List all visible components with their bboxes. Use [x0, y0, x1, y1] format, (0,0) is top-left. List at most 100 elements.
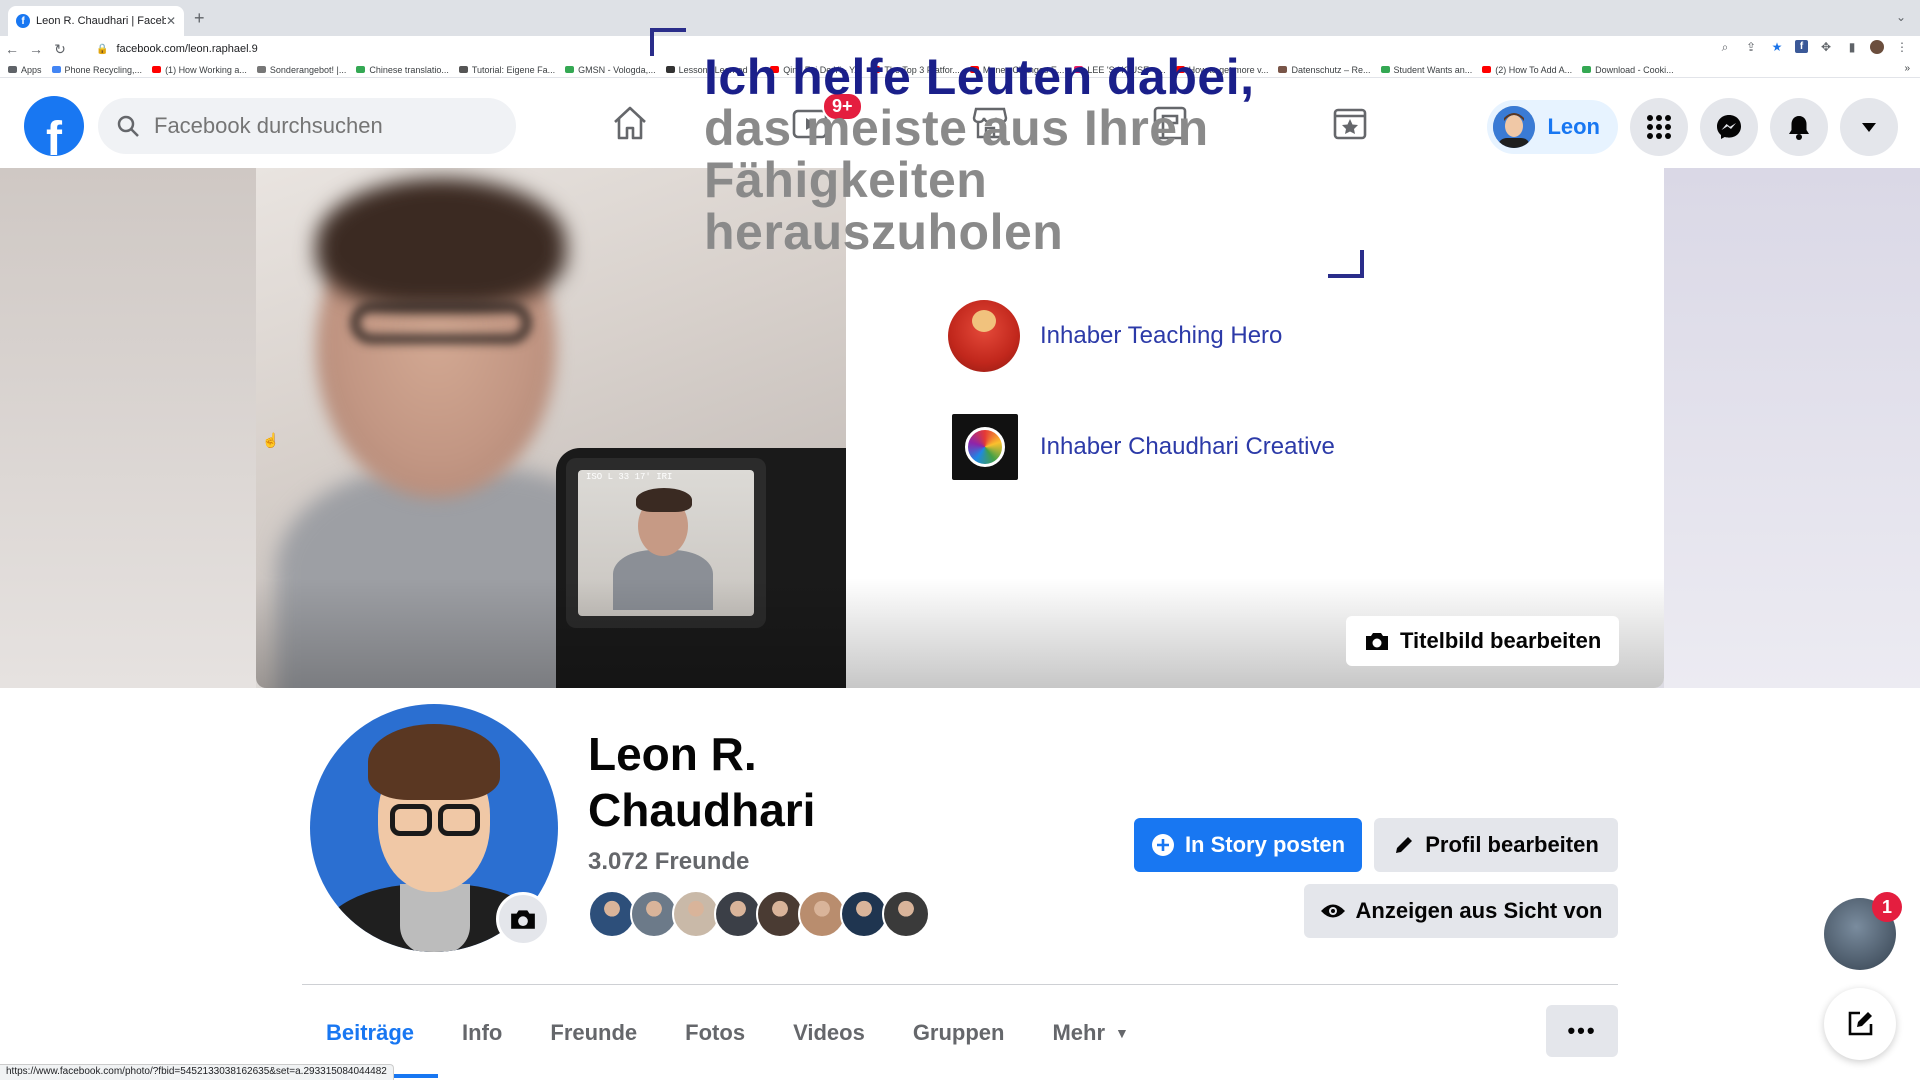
- edit-cover-button[interactable]: Titelbild bearbeiten: [1346, 616, 1620, 666]
- bookmark-item[interactable]: GMSN - Vologda,...: [565, 65, 656, 75]
- profile-shortcut[interactable]: Leon: [1487, 100, 1618, 154]
- blurred-glasses: [351, 303, 531, 343]
- nav-home[interactable]: [540, 88, 720, 158]
- bookmark-favicon-icon: [152, 66, 162, 73]
- tab-fotos[interactable]: Fotos: [661, 1010, 769, 1056]
- bookmark-favicon-icon: [458, 66, 468, 73]
- close-tab-icon[interactable]: ✕: [166, 14, 176, 28]
- bookmark-item[interactable]: Student Wants an...: [1380, 65, 1472, 75]
- owner-teaching-hero-label: Inhaber Teaching Hero: [1040, 322, 1283, 349]
- bookmark-item[interactable]: Apps: [8, 65, 42, 75]
- owner-chaudhari-creative-label: Inhaber Chaudhari Creative: [1040, 433, 1335, 460]
- profile-more-options-button[interactable]: •••: [1546, 1005, 1618, 1057]
- bookmark-favicon-icon: [1278, 66, 1288, 73]
- more-dots-icon: •••: [1567, 1018, 1597, 1043]
- chaudhari-creative-logo-icon: [952, 414, 1018, 480]
- view-as-button[interactable]: Anzeigen aus Sicht von: [1304, 884, 1618, 938]
- bookmark-star-icon[interactable]: ★: [1769, 40, 1785, 55]
- account-caret-icon: [1862, 123, 1876, 132]
- browser-toolbar-icons: ⌕ ⇪ ★ f ✥ ▮ ⋮: [1717, 40, 1910, 55]
- zoom-icon[interactable]: ⌕: [1717, 40, 1733, 55]
- messenger-icon: [1717, 115, 1741, 139]
- tab-beiträge[interactable]: Beiträge: [302, 1010, 439, 1078]
- browser-profile-avatar[interactable]: [1870, 40, 1884, 54]
- reload-icon[interactable]: ↻: [48, 41, 72, 58]
- tab-label: Beiträge: [326, 1020, 415, 1045]
- search-box[interactable]: [98, 98, 516, 154]
- tab-mehr[interactable]: Mehr ▼: [1028, 1010, 1152, 1056]
- bookmark-label: GMSN - Vologda,...: [578, 64, 656, 75]
- friend-avatars: [588, 890, 930, 938]
- friend-avatar[interactable]: [588, 890, 636, 938]
- lock-icon: 🔒: [96, 43, 109, 55]
- cover-backdrop-right: [1664, 168, 1920, 688]
- tab-label: Mehr: [1052, 1020, 1106, 1045]
- friend-avatar[interactable]: [840, 890, 888, 938]
- notifications-button[interactable]: [1770, 98, 1828, 156]
- share-icon[interactable]: ⇪: [1743, 40, 1759, 55]
- browser-menu-icon[interactable]: ⋮: [1894, 40, 1910, 55]
- bookmark-item[interactable]: Chinese translatio...: [356, 65, 449, 75]
- bookmark-item[interactable]: (1) How Working a...: [152, 65, 247, 75]
- pencil-icon: [1396, 837, 1413, 853]
- search-input[interactable]: [154, 113, 454, 139]
- bookmark-favicon-icon: [51, 66, 61, 73]
- facebook-extension-icon[interactable]: f: [1795, 40, 1808, 53]
- forward-icon[interactable]: →: [24, 41, 48, 57]
- new-tab-icon[interactable]: +: [194, 8, 205, 29]
- sidepanel-icon[interactable]: ▮: [1844, 40, 1860, 55]
- status-bar-url: https://www.facebook.com/photo/?fbid=545…: [0, 1064, 394, 1080]
- bookmark-item[interactable]: (2) How To Add A...: [1482, 65, 1572, 75]
- browser-tab[interactable]: f Leon R. Chaudhari | Facebook ✕: [8, 6, 184, 36]
- teaching-hero-logo-icon: [948, 300, 1020, 372]
- friend-avatar[interactable]: [798, 890, 846, 938]
- add-to-story-button[interactable]: In Story posten: [1134, 818, 1362, 872]
- menu-button[interactable]: [1630, 98, 1688, 156]
- tab-info[interactable]: Info: [438, 1010, 526, 1056]
- bookmarks-overflow-icon[interactable]: »: [1904, 63, 1910, 74]
- tab-label: Videos: [793, 1020, 865, 1045]
- bookmark-item[interactable]: Datenschutz – Re...: [1278, 64, 1371, 75]
- cover-headline-1: Ich helfe Leuten dabei,: [704, 49, 1255, 105]
- friend-avatar[interactable]: [714, 890, 762, 938]
- bookmark-item[interactable]: Phone Recycling,...: [51, 65, 142, 75]
- bookmark-item[interactable]: Download - Cooki...: [1582, 65, 1674, 75]
- update-profile-picture-button[interactable]: [496, 892, 550, 946]
- bookmark-favicon-icon: [1380, 66, 1390, 73]
- tab-label: Info: [462, 1020, 503, 1045]
- tab-gruppen[interactable]: Gruppen: [889, 1010, 1029, 1056]
- tab-label: Gruppen: [912, 1020, 1005, 1045]
- edit-profile-button[interactable]: Profil bearbeiten: [1374, 818, 1618, 872]
- bookmark-favicon-icon: [256, 66, 266, 73]
- camera-hud-text: ISO L 33 17' IRI: [586, 472, 673, 482]
- avatar-tee: [400, 884, 470, 952]
- blurred-hair: [316, 178, 566, 308]
- bookmark-label: Chinese translatio...: [369, 64, 449, 75]
- messenger-button[interactable]: [1700, 98, 1758, 156]
- bracket-top-left: [650, 28, 686, 56]
- friend-avatar[interactable]: [672, 890, 720, 938]
- camera-icon: [1366, 633, 1388, 650]
- bookmark-label: Tutorial: Eigene Fa...: [471, 64, 556, 75]
- search-icon: [117, 115, 139, 137]
- facebook-logo[interactable]: f: [24, 96, 84, 156]
- back-icon[interactable]: ←: [0, 41, 24, 57]
- tab-list-chevron-icon[interactable]: ⌄: [1896, 10, 1906, 24]
- bookmark-item[interactable]: Tutorial: Eigene Fa...: [458, 64, 556, 75]
- new-message-button[interactable]: [1824, 988, 1896, 1060]
- avatar-glasses-left: [390, 804, 432, 836]
- extensions-puzzle-icon[interactable]: ✥: [1818, 40, 1834, 55]
- account-button[interactable]: [1840, 98, 1898, 156]
- bookmark-favicon-icon: [1582, 66, 1592, 73]
- friend-avatar[interactable]: [756, 890, 804, 938]
- friend-avatar[interactable]: [630, 890, 678, 938]
- bookmark-label: Datenschutz – Re...: [1291, 64, 1371, 75]
- friend-count[interactable]: 3.072 Freunde: [588, 848, 749, 876]
- friend-avatar[interactable]: [882, 890, 930, 938]
- tab-videos[interactable]: Videos: [769, 1010, 889, 1056]
- url-text: facebook.com/leon.raphael.9: [116, 43, 258, 55]
- bookmark-item[interactable]: Sonderangebot! |...: [256, 65, 346, 75]
- edit-profile-label: Profil bearbeiten: [1425, 832, 1599, 857]
- menu-grid-icon: [1647, 115, 1671, 139]
- tab-freunde[interactable]: Freunde: [526, 1010, 661, 1056]
